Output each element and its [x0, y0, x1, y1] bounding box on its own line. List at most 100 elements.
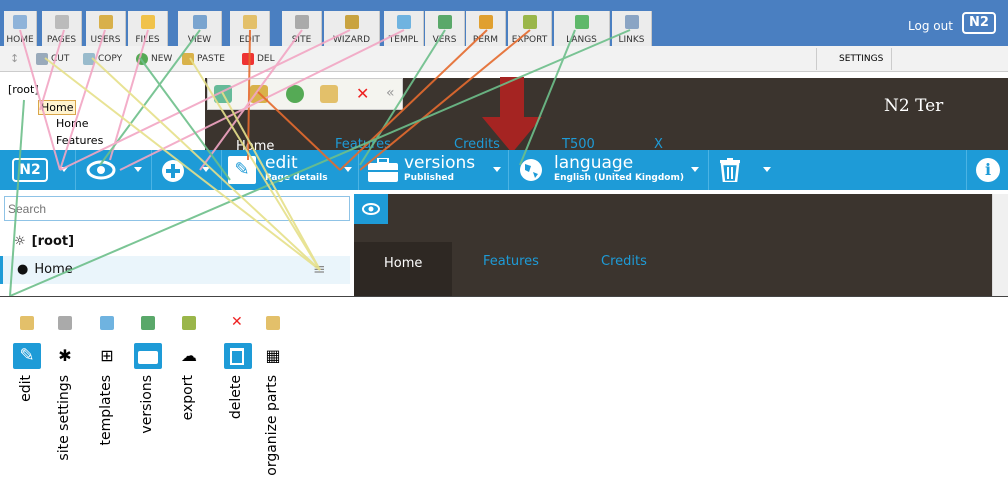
files-button[interactable]: FILES [128, 11, 168, 46]
pages-icon [54, 15, 69, 29]
tree-root-row[interactable]: ☼ [root] [0, 228, 350, 256]
add-menu[interactable] [152, 150, 222, 190]
site-brand: N2 Ter [884, 96, 944, 116]
export-icon [522, 15, 537, 29]
templ-button[interactable]: TEMPL [384, 11, 424, 46]
caret-down-icon [763, 167, 771, 172]
legend-organize-parts: ▦ organize parts [258, 297, 288, 497]
globe-icon [520, 159, 542, 181]
langs-button[interactable]: LANGS [554, 11, 610, 46]
site-button[interactable]: SITE [282, 11, 322, 46]
wand-icon [344, 15, 359, 29]
users-icon [98, 15, 113, 29]
caret-down-icon [344, 167, 352, 172]
language-menu[interactable]: language English (United Kingdom) [509, 150, 709, 190]
copy-icon [83, 53, 95, 65]
old-delete-icon: ✕ [231, 314, 243, 330]
sun-icon: ☼ [14, 234, 26, 249]
versions-subtitle: Published [404, 173, 454, 183]
old-edit-icon [20, 316, 34, 330]
edit-icon[interactable] [320, 85, 338, 103]
paste-button[interactable]: PASTE [181, 50, 225, 68]
tree-home-selected[interactable]: Home [38, 100, 77, 115]
perm-button[interactable]: PERM [466, 11, 506, 46]
cloud-download-icon: ☁ [181, 346, 197, 365]
caret-down-icon [134, 167, 142, 172]
gear-icon: ✱ [58, 346, 72, 365]
legacy-interface: HOME PAGES USERS FILES VIEW EDIT SITE WI… [0, 0, 1008, 150]
grid-icon: ▦ [265, 346, 281, 365]
caret-down-icon [60, 167, 68, 172]
tree-child-home[interactable]: Home [56, 117, 88, 130]
links-button[interactable]: LINKS [612, 11, 652, 46]
wizard-button[interactable]: WIZARD [324, 11, 380, 46]
eye-icon [192, 15, 207, 29]
delete-menu[interactable] [709, 150, 784, 190]
legend-templates: ⊞ templates [92, 297, 122, 497]
eye-icon [362, 203, 380, 215]
scrollbar[interactable] [992, 194, 1008, 296]
legend-edit: ✎ edit [12, 297, 42, 497]
new-button[interactable]: NEW [135, 50, 172, 68]
globe-icon: ● [17, 262, 29, 277]
pages-button[interactable]: PAGES [42, 11, 82, 46]
old-nav-home[interactable]: Home [236, 139, 274, 150]
edit-button[interactable]: EDIT [230, 11, 270, 46]
arrows-icon: ↕ [10, 52, 20, 65]
view-button[interactable]: VIEW [178, 11, 222, 46]
home-button[interactable]: HOME [4, 11, 37, 46]
legacy-toolbar: HOME PAGES USERS FILES VIEW EDIT SITE WI… [0, 0, 1008, 46]
users-button[interactable]: USERS [86, 11, 126, 46]
old-organize-icon [266, 316, 280, 330]
old-nav-x[interactable]: X [654, 137, 663, 150]
cut-button[interactable]: CUT [35, 50, 69, 68]
info-icon: i [976, 158, 1000, 182]
nav-credits[interactable]: Credits [601, 254, 647, 269]
globe-icon [574, 15, 589, 29]
links-icon [624, 15, 639, 29]
n2-menu[interactable]: N2 [0, 150, 76, 190]
caret-down-icon [202, 167, 210, 172]
add-part-icon[interactable] [286, 85, 304, 103]
nav-home[interactable]: Home [384, 256, 422, 271]
caret-down-icon [691, 167, 699, 172]
collapse-icon[interactable]: « [386, 85, 395, 101]
plus-icon [136, 53, 148, 65]
plus-circle-icon [162, 160, 184, 182]
del-button[interactable]: DEL [241, 50, 275, 68]
tree-home-row[interactable]: ● Home ≡ [0, 256, 350, 284]
hamburger-icon[interactable]: ≡ [313, 260, 326, 278]
language-title: language [554, 153, 634, 173]
edit-icon: ✎ [13, 343, 41, 369]
old-nav-t500[interactable]: T500 [562, 137, 595, 150]
organize-icon[interactable] [214, 85, 232, 103]
key-icon [478, 15, 493, 29]
trash-icon [720, 158, 740, 182]
view-menu[interactable] [76, 150, 152, 190]
delete-icon [242, 53, 254, 65]
preview-eye-button[interactable] [354, 194, 388, 224]
vers-button[interactable]: VERS [425, 11, 465, 46]
versions-menu[interactable]: versions Published [359, 150, 509, 190]
tree-child-features[interactable]: Features [56, 134, 103, 147]
search-input[interactable] [4, 196, 350, 221]
briefcase-icon [368, 158, 398, 182]
edit-title: edit [265, 153, 298, 173]
nav-features[interactable]: Features [483, 254, 539, 269]
versions-icon [437, 15, 452, 29]
delete-icon[interactable]: ✕ [356, 84, 369, 103]
legend-export: ☁ export [174, 297, 204, 497]
edit-part-icon[interactable] [250, 85, 268, 103]
settings-button[interactable]: SETTINGS [816, 48, 892, 70]
logout-link[interactable]: Log out [908, 19, 953, 33]
home-icon [13, 15, 27, 29]
edit-icon [242, 15, 257, 29]
copy-button[interactable]: COPY [82, 50, 122, 68]
export-button[interactable]: EXPORT [508, 11, 552, 46]
edit-menu[interactable]: ✎ edit Page details [222, 150, 359, 190]
info-button[interactable]: i [966, 150, 1008, 190]
old-nav-features[interactable]: Features [335, 137, 391, 150]
tree-root[interactable]: [root] [8, 83, 39, 96]
template-icon [396, 15, 411, 29]
legend-site-settings: ✱ site settings [50, 297, 80, 497]
